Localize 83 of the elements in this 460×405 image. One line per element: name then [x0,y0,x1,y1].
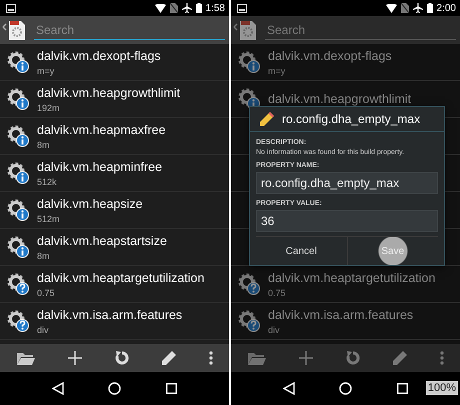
wifi-icon [386,4,397,12]
property-value: 8m [37,140,51,150]
gear-info-icon [6,87,30,111]
search-input[interactable]: Search [36,22,223,36]
overflow-menu-icon[interactable] [440,351,444,365]
property-value: 512k [37,176,58,186]
property-name: dalvik.vm.heapgrowthlimit [37,86,180,100]
clock-time: 1:58 [206,2,225,14]
overflow-menu-icon[interactable] [208,351,212,365]
search-input[interactable]: Search [267,22,454,36]
property-row[interactable]: dalvik.vm.heapsize 512m [0,192,229,229]
property-row[interactable]: dalvik.vm.isa.arm.features div [0,303,229,340]
zoom-level-badge: 100% [426,381,458,395]
gear-info-icon [6,198,30,222]
property-name: dalvik.vm.dexopt-flags [37,48,161,62]
pencil-icon[interactable] [392,351,406,365]
battery-icon [426,3,433,13]
gear-info-icon [6,124,30,148]
wifi-icon [154,4,166,12]
gear-info-icon [6,235,30,259]
property-name: dalvik.vm.heapsize [37,196,143,210]
gear-info-icon [6,161,30,185]
back-icon[interactable] [52,382,64,395]
property-name: dalvik.vm.heapmaxfree [37,122,166,136]
property-value: div [37,324,50,334]
no-sim-icon [400,3,409,13]
gear-help-icon [237,272,261,296]
folder-icon[interactable] [16,352,34,364]
property-name: dalvik.vm.isa.arm.features [268,308,414,322]
airplane-icon [182,3,192,13]
property-value: 512m [37,214,61,224]
property-name: dalvik.vm.heapgrowthlimit [268,92,412,106]
gear-help-icon [237,309,261,333]
property-name: dalvik.vm.heapstartsize [37,234,167,248]
folder-icon[interactable] [248,352,266,364]
image-icon [6,4,16,12]
property-value: m=y [37,66,56,76]
property-name: dalvik.vm.heaptargetutilization [268,270,436,284]
property-value: 192m [37,102,61,112]
property-value: 8m [37,250,51,260]
gear-help-icon [6,309,30,333]
property-name-field[interactable]: ro.config.dha_empty_max [256,172,438,194]
airplane-icon [412,3,423,13]
property-value: div [268,324,281,334]
refresh-icon[interactable] [346,351,360,365]
search-field[interactable]: Search [34,20,225,40]
property-row[interactable]: dalvik.vm.heapgrowthlimit 192m [0,81,229,118]
no-sim-icon [170,3,178,13]
property-value-field[interactable]: 36 [256,210,438,232]
property-value: 0.75 [37,288,56,298]
property-name: dalvik.vm.isa.arm.features [37,308,182,322]
property-row[interactable]: dalvik.vm.heapstartsize 8m [0,229,229,266]
recents-icon[interactable] [166,383,177,394]
property-row[interactable]: dalvik.vm.heapminfree 512k [0,155,229,192]
property-row[interactable]: dalvik.vm.isa.arm.features div [231,303,460,340]
app-icon[interactable] [2,19,28,41]
search-field[interactable]: Search [265,20,456,40]
property-name: dalvik.vm.heapminfree [37,160,162,174]
home-icon[interactable] [339,382,352,395]
refresh-icon[interactable] [114,351,128,365]
gear-info-icon [237,50,261,74]
property-value: m=y [268,66,286,76]
property-row[interactable]: dalvik.vm.heaptargetutilization 0.75 [0,266,229,303]
image-icon [237,4,247,12]
plus-icon[interactable] [68,351,82,365]
property-name: dalvik.vm.heaptargetutilization [37,270,204,284]
pencil-icon[interactable] [162,351,176,365]
property-value: 0.75 [268,288,287,298]
gear-info-icon [6,50,30,74]
battery-icon [196,3,202,13]
property-row[interactable]: dalvik.vm.heapmaxfree 8m [0,118,229,155]
gear-help-icon [6,272,30,296]
back-icon[interactable] [283,382,296,395]
app-icon[interactable] [233,19,259,41]
property-name: dalvik.vm.dexopt-flags [268,48,392,62]
property-row[interactable]: dalvik.vm.dexopt-flags m=y [0,44,229,81]
cancel-button[interactable]: Cancel [256,237,346,265]
clock-time: 2:00 [436,2,456,14]
home-icon[interactable] [108,382,122,395]
pencil-icon [260,112,274,126]
recents-icon[interactable] [396,383,408,394]
plus-icon[interactable] [298,351,312,365]
property-row[interactable]: dalvik.vm.dexopt-flags m=y [231,44,460,81]
